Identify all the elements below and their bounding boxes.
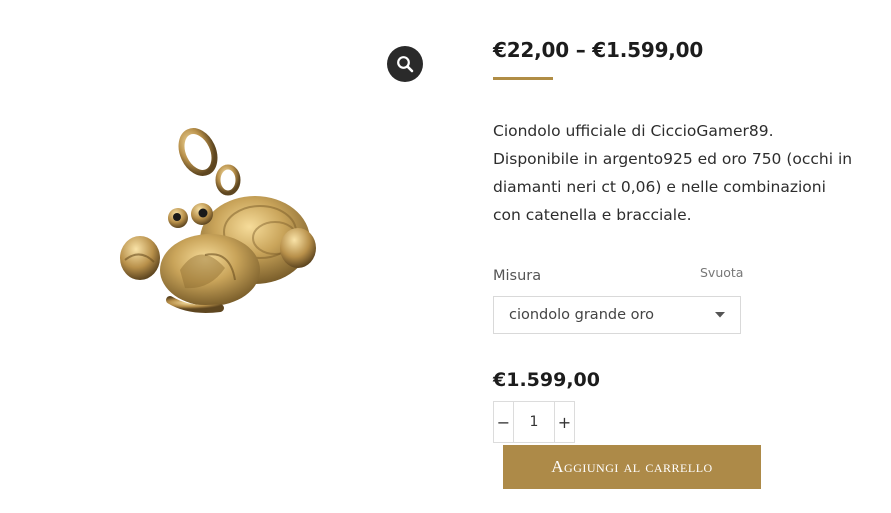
chevron-down-icon xyxy=(715,312,725,318)
product-description: Ciondolo ufficiale di CiccioGamer89. Dis… xyxy=(493,122,853,224)
size-select[interactable]: ciondolo grande oro xyxy=(493,296,741,334)
quantity-stepper: − 1 + xyxy=(493,401,575,443)
crab-pendant-image xyxy=(120,128,316,313)
misura-label: Misura xyxy=(493,268,542,284)
size-select-value: ciondolo grande oro xyxy=(509,307,655,323)
selected-price: €1.599,00 xyxy=(493,369,600,391)
magnifier-icon xyxy=(397,56,414,73)
product-image[interactable] xyxy=(110,120,325,325)
quantity-input[interactable]: 1 xyxy=(513,402,555,442)
price-range: €22,00 – €1.599,00 xyxy=(493,38,704,62)
zoom-button[interactable] xyxy=(387,46,423,82)
clear-selection-link[interactable]: Svuota xyxy=(700,265,743,280)
price-divider xyxy=(493,77,553,80)
quantity-plus-button[interactable]: + xyxy=(555,402,574,442)
add-to-cart-button[interactable]: Aggiungi al carrello xyxy=(503,445,761,489)
quantity-minus-button[interactable]: − xyxy=(494,402,513,442)
